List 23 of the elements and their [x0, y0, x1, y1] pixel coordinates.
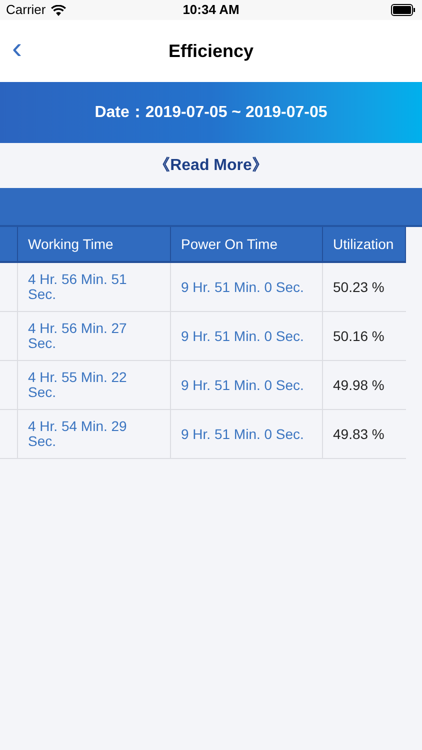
table-cell-text: 9 Hr. 51 Min. 0 Sec.	[181, 278, 304, 296]
table-cell-text: 4 Hr. 56 Min. 51 Sec.	[28, 272, 128, 302]
date-banner: Date：2019-07-05 ~ 2019-07-05	[0, 82, 422, 143]
table-cell-text: 49.83 %	[333, 424, 384, 444]
column-header: Utilization	[333, 234, 394, 254]
carrier-label: Carrier	[6, 1, 46, 20]
clock-time: 10:34 AM	[182, 1, 240, 20]
battery-icon	[391, 4, 416, 16]
page-title: Efficiency	[168, 40, 254, 63]
column-header: Working Time	[28, 234, 114, 254]
column-header: Power On Time	[181, 234, 278, 254]
wifi-icon	[50, 4, 66, 16]
table-cell-text: 4 Hr. 55 Min. 22 Sec.	[28, 370, 128, 400]
back-button[interactable]: ‹	[12, 34, 22, 68]
table-cell-text: 4 Hr. 56 Min. 27 Sec.	[28, 321, 128, 351]
table-cell-text: 9 Hr. 51 Min. 0 Sec.	[181, 424, 304, 444]
table-cell-text: 9 Hr. 51 Min. 0 Sec.	[181, 326, 304, 346]
table-cell-text: 50.16 %	[333, 326, 384, 346]
table-cell-text: 49.98 %	[333, 376, 384, 394]
table-cell-text: 4 Hr. 54 Min. 29 Sec.	[28, 419, 128, 449]
table-cell-text: 50.23 %	[333, 278, 384, 296]
read-more-link[interactable]: 《Read More》	[154, 154, 268, 178]
table-cell-text: 9 Hr. 51 Min. 0 Sec.	[181, 376, 304, 394]
